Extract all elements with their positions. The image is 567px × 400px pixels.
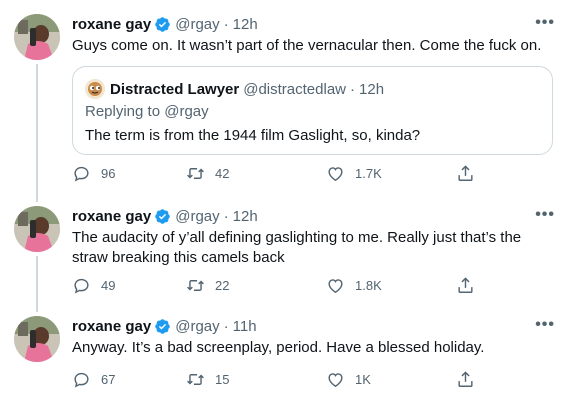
verified-icon bbox=[154, 16, 171, 33]
retweet-count: 22 bbox=[215, 278, 230, 293]
author-name[interactable]: roxane gay bbox=[72, 16, 151, 33]
quoted-tweet[interactable]: Distracted Lawyer @distractedlaw · 12h R… bbox=[72, 66, 553, 155]
like-count: 1K bbox=[355, 372, 371, 387]
tweet-actions: 96 42 1.7K bbox=[72, 164, 492, 184]
share-icon bbox=[456, 276, 475, 295]
tweet-header: roxane gay @rgay · 11h bbox=[72, 316, 555, 336]
reply-count: 67 bbox=[101, 372, 116, 387]
author-name[interactable]: roxane gay bbox=[72, 318, 151, 335]
reply-button[interactable]: 96 bbox=[72, 164, 115, 183]
quote-author-handle: @distractedlaw bbox=[243, 80, 347, 98]
separator-dot: · bbox=[223, 15, 229, 33]
replying-to: Replying to @rgay bbox=[85, 103, 209, 120]
retweet-button[interactable]: 42 bbox=[186, 164, 229, 183]
reply-button[interactable]: 67 bbox=[72, 370, 115, 389]
retweet-count: 42 bbox=[215, 166, 230, 181]
share-icon bbox=[456, 370, 475, 389]
separator-dot: · bbox=[223, 317, 229, 335]
retweet-button[interactable]: 22 bbox=[186, 276, 229, 295]
tweet-actions: 49 22 1.8K bbox=[72, 276, 492, 296]
retweet-icon bbox=[186, 164, 205, 183]
verified-icon bbox=[154, 208, 171, 225]
like-button[interactable]: 1.8K bbox=[326, 276, 382, 295]
retweet-count: 15 bbox=[215, 372, 230, 387]
more-icon[interactable]: ••• bbox=[535, 14, 555, 32]
tweet[interactable]: roxane gay @rgay · 12h ••• The audacity … bbox=[0, 206, 567, 302]
replying-prefix: Replying to bbox=[85, 103, 161, 120]
timestamp[interactable]: 11h bbox=[233, 318, 257, 335]
quote-text: The term is from the 1944 film Gaslight,… bbox=[85, 127, 421, 144]
separator-dot: · bbox=[223, 207, 229, 225]
tweet[interactable]: roxane gay @rgay · 12h ••• Guys come on.… bbox=[0, 14, 567, 194]
tweet-text: Anyway. It’s a bad screenplay, period. H… bbox=[72, 339, 485, 356]
quote-avatar bbox=[85, 79, 105, 99]
tweet-actions: 67 15 1K bbox=[72, 370, 492, 390]
reply-button[interactable]: 49 bbox=[72, 276, 115, 295]
tweet-text: The audacity of y’all defining gaslighti… bbox=[72, 229, 522, 266]
replying-mention[interactable]: @rgay bbox=[164, 103, 208, 120]
reply-count: 96 bbox=[101, 166, 116, 181]
avatar[interactable] bbox=[14, 316, 60, 362]
tweet-header: roxane gay @rgay · 12h bbox=[72, 206, 555, 226]
tweet-text: Guys come on. It wasn’t part of the vern… bbox=[72, 37, 542, 54]
like-button[interactable]: 1.7K bbox=[326, 164, 382, 183]
share-button[interactable] bbox=[456, 164, 475, 183]
reply-count: 49 bbox=[101, 278, 116, 293]
reply-icon bbox=[72, 164, 91, 183]
avatar[interactable] bbox=[14, 206, 60, 252]
avatar[interactable] bbox=[14, 14, 60, 60]
quote-timestamp: 12h bbox=[359, 80, 385, 98]
timestamp[interactable]: 12h bbox=[233, 16, 258, 33]
tweet-header: roxane gay @rgay · 12h bbox=[72, 14, 555, 34]
author-handle[interactable]: @rgay bbox=[175, 318, 219, 335]
more-icon[interactable]: ••• bbox=[535, 206, 555, 224]
like-count: 1.7K bbox=[355, 166, 382, 181]
tweet[interactable]: roxane gay @rgay · 11h ••• Anyway. It’s … bbox=[0, 316, 567, 392]
author-handle[interactable]: @rgay bbox=[175, 16, 219, 33]
share-button[interactable] bbox=[456, 276, 475, 295]
author-name[interactable]: roxane gay bbox=[72, 208, 151, 225]
more-icon[interactable]: ••• bbox=[535, 316, 555, 334]
like-icon bbox=[326, 276, 345, 295]
retweet-icon bbox=[186, 370, 205, 389]
author-handle[interactable]: @rgay bbox=[175, 208, 219, 225]
share-icon bbox=[456, 164, 475, 183]
quote-author-name: Distracted Lawyer bbox=[110, 80, 240, 98]
timestamp[interactable]: 12h bbox=[233, 208, 258, 225]
like-icon bbox=[326, 370, 345, 389]
verified-icon bbox=[154, 318, 171, 335]
like-icon bbox=[326, 164, 345, 183]
retweet-icon bbox=[186, 276, 205, 295]
reply-icon bbox=[72, 370, 91, 389]
like-button[interactable]: 1K bbox=[326, 370, 371, 389]
like-count: 1.8K bbox=[355, 278, 382, 293]
reply-icon bbox=[72, 276, 91, 295]
separator-dot: · bbox=[350, 80, 356, 98]
share-button[interactable] bbox=[456, 370, 475, 389]
retweet-button[interactable]: 15 bbox=[186, 370, 229, 389]
